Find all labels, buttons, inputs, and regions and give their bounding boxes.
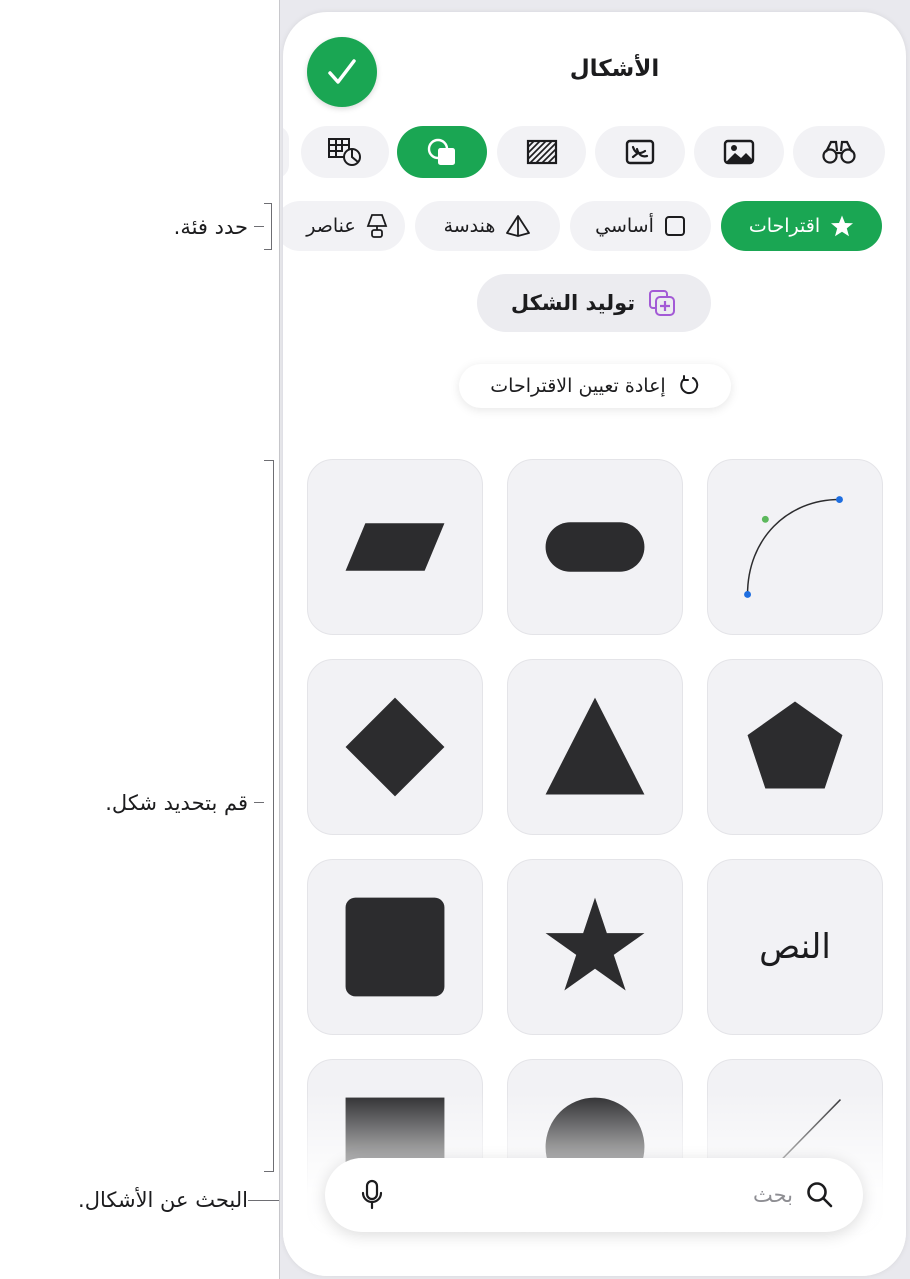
shape-tile-square[interactable] [307, 859, 483, 1035]
shapes-tab[interactable] [397, 126, 487, 178]
shapes-panel: الأشكال اقتراحات أساسي هندسة عناصر توليد… [283, 12, 906, 1276]
category-geometry[interactable]: هندسة [415, 201, 560, 251]
parallelogram-shape [345, 523, 445, 571]
shape-tile-curve[interactable] [707, 459, 883, 635]
pentagon-shape [747, 701, 843, 789]
binoculars-icon [822, 140, 856, 164]
category-suggestions-label: اقتراحات [748, 215, 821, 237]
category-suggestions[interactable]: اقتراحات [721, 201, 882, 251]
shape-tile-star[interactable] [507, 859, 683, 1035]
text-tile-label: النص [759, 927, 831, 967]
more-tabs-edge[interactable] [283, 126, 289, 178]
category-tick [254, 226, 264, 227]
search-icon [803, 1158, 837, 1232]
shape-tile-text[interactable]: النص [707, 859, 883, 1035]
pattern-tab[interactable] [497, 126, 586, 178]
microphone-icon[interactable] [355, 1158, 389, 1232]
sparkle-add-icon [649, 290, 676, 316]
sticker-tab[interactable] [595, 126, 685, 178]
shape-tile-parallelogram[interactable] [307, 459, 483, 635]
pyramid-icon [506, 215, 531, 237]
shapes-icon [427, 138, 455, 165]
charts-tab[interactable] [301, 126, 389, 178]
callout-select-category: حدد فئة. [173, 215, 248, 239]
callout-select-shape: قم بتحديد شكل. [105, 791, 248, 815]
lamp-icon [366, 214, 388, 238]
objects-tab[interactable] [793, 126, 885, 178]
hatched-square-icon [526, 139, 557, 165]
reset-arrow-icon [679, 375, 698, 395]
diamond-shape [345, 697, 445, 797]
category-objects[interactable]: عناصر [283, 201, 405, 251]
triangle-shape [545, 697, 645, 795]
shape-tile-triangle[interactable] [507, 659, 683, 835]
shape-tile-diamond[interactable] [307, 659, 483, 835]
shape-tile-pentagon[interactable] [707, 659, 883, 835]
search-bar [325, 1158, 863, 1232]
panel-title: الأشكال [569, 56, 660, 82]
reset-suggestions-label: إعادة تعيين الاقتراحات [490, 375, 666, 397]
table-chart-icon [328, 138, 361, 166]
category-geometry-label: هندسة [443, 215, 496, 237]
star-icon [831, 215, 854, 237]
callout-search-shapes: البحث عن الأشكال. [78, 1188, 248, 1212]
rounded-rectangle-shape [545, 522, 645, 572]
category-basic[interactable]: أساسي [570, 201, 711, 251]
category-bracket [264, 203, 272, 250]
generate-shape-button[interactable]: توليد الشكل [477, 274, 711, 332]
shape-tile-rounded-rect[interactable] [507, 459, 683, 635]
star-shape [545, 897, 645, 991]
search-input[interactable] [433, 1158, 793, 1232]
shape-tick [254, 802, 264, 803]
square-outline-icon [664, 216, 685, 236]
photos-tab[interactable] [694, 126, 784, 178]
reset-suggestions-button[interactable]: إعادة تعيين الاقتراحات [459, 364, 731, 408]
generate-shape-label: توليد الشكل [510, 291, 636, 315]
category-basic-label: أساسي [595, 215, 654, 237]
sticker-icon [625, 139, 655, 165]
photo-icon [723, 139, 755, 165]
square-shape [345, 897, 445, 997]
category-objects-label: عناصر [306, 215, 356, 237]
curve-line-shape [744, 496, 843, 598]
shape-bracket [264, 460, 274, 1172]
